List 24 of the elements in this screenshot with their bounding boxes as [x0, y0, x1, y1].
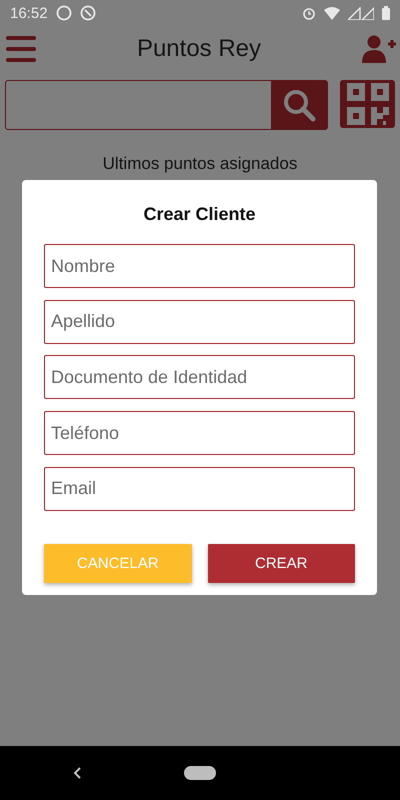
search-field[interactable] [5, 80, 328, 130]
back-icon[interactable] [72, 767, 82, 779]
input-field[interactable]: Email [44, 466, 355, 511]
app-title: Puntos Rey [136, 35, 262, 63]
create-button[interactable]: CREAR [208, 544, 355, 584]
battery-icon [382, 6, 390, 20]
signal-icon [348, 6, 374, 20]
qr-code-icon [346, 83, 388, 125]
section-title: Ultimos puntos asignados [102, 154, 298, 174]
input-field[interactable]: Teléfono [44, 411, 355, 456]
input-field[interactable]: Apellido [44, 300, 355, 344]
search-icon [282, 88, 316, 122]
input-field[interactable]: Nombre [44, 244, 355, 288]
alarm-icon [302, 6, 316, 20]
input-field[interactable]: Documento de Identidad [44, 355, 355, 400]
status-time: 16:52 [10, 4, 48, 22]
app-icon [80, 5, 96, 21]
home-button[interactable] [184, 766, 216, 780]
qr-scan-button[interactable] [340, 80, 395, 128]
add-user-icon[interactable] [362, 35, 396, 63]
menu-icon[interactable] [6, 35, 36, 63]
dialog-title: Crear Cliente [142, 204, 257, 225]
search-button[interactable] [271, 81, 327, 129]
wifi-icon [324, 6, 340, 20]
